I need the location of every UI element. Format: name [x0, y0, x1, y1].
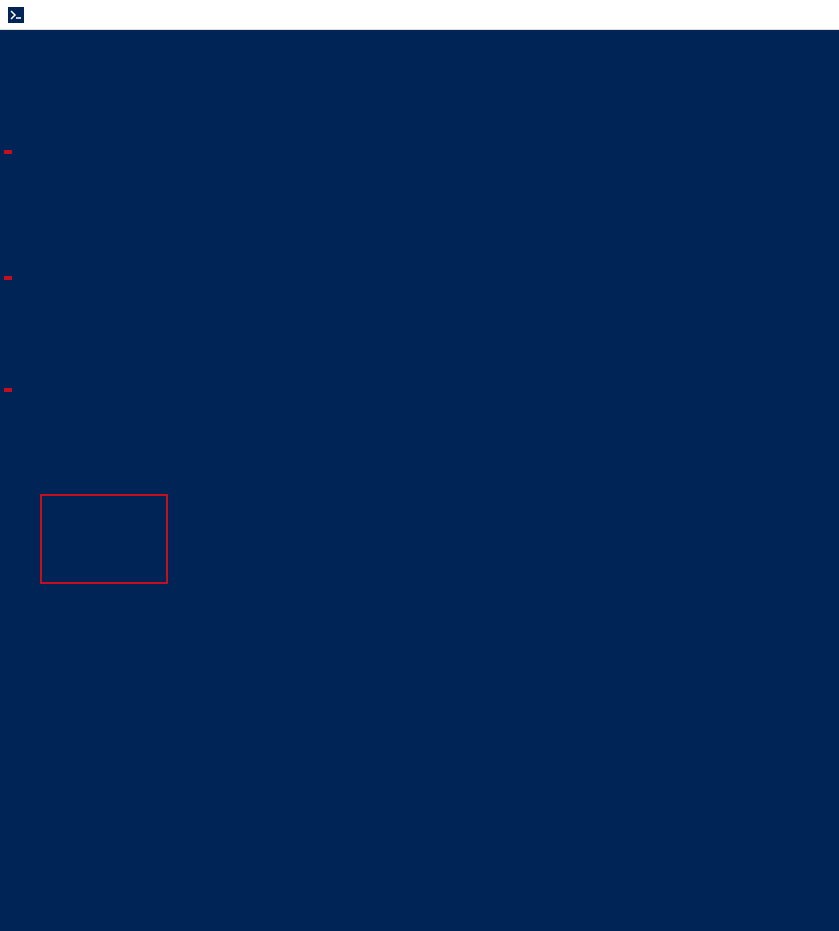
ssh-command-line — [4, 144, 835, 158]
minimize-button[interactable] — [704, 0, 749, 30]
powershell-icon — [8, 7, 24, 23]
pm2-command-line — [4, 382, 835, 396]
su-command-highlight — [4, 276, 12, 280]
terminal-output[interactable] — [0, 30, 839, 538]
window-titlebar[interactable] — [0, 0, 839, 30]
pm2-name-column-highlight — [40, 494, 168, 584]
maximize-button[interactable] — [749, 0, 794, 30]
ssh-command-highlight — [4, 150, 12, 154]
pm2-command-highlight — [4, 388, 12, 392]
pm2-table — [4, 438, 835, 480]
close-button[interactable] — [794, 0, 839, 30]
su-command-line — [4, 270, 835, 284]
